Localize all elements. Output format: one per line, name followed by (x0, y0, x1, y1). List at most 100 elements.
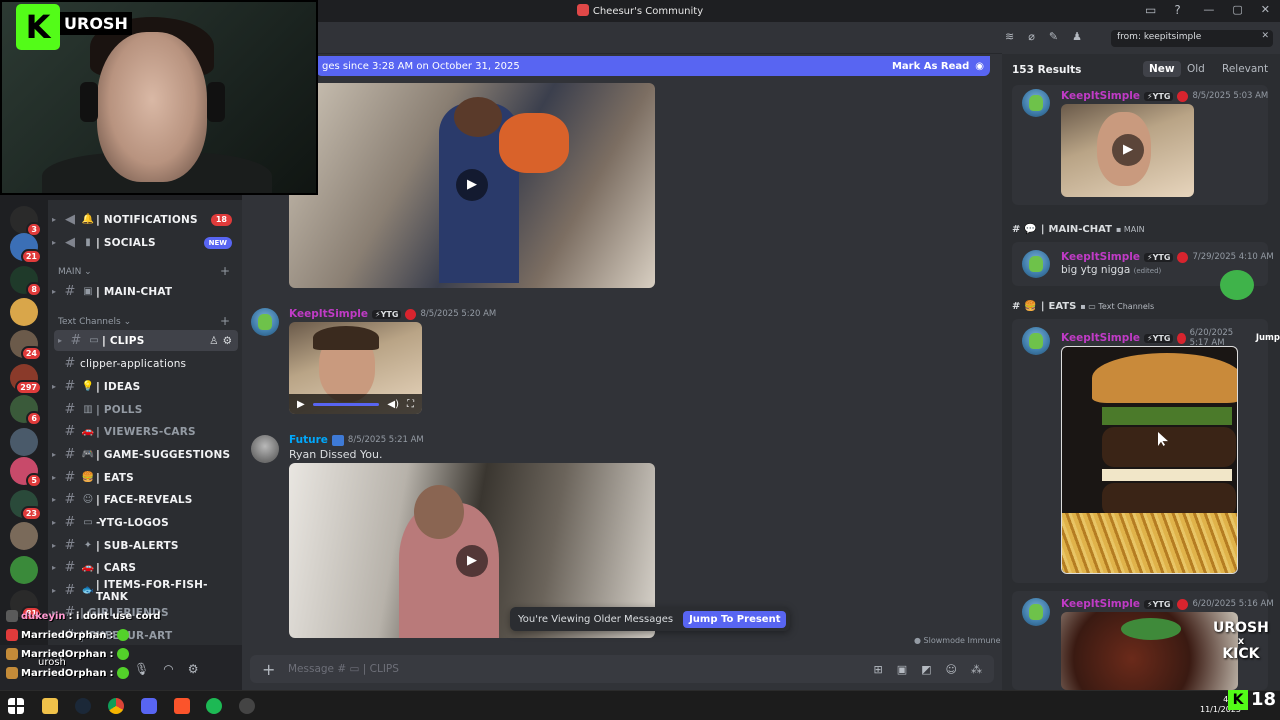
windows-start-icon[interactable] (8, 698, 24, 714)
channel-face-reveals[interactable]: ▸ # ☺ | FACE-REVEALS (48, 489, 238, 510)
avatar[interactable] (1022, 250, 1050, 278)
avatar[interactable] (251, 435, 279, 463)
mark-as-read-button[interactable]: Mark As Read ◉ (892, 61, 984, 72)
gift-icon[interactable]: ⊞ (874, 663, 883, 676)
server-icon[interactable]: 23 (10, 490, 42, 521)
channel-polls[interactable]: # ▥ | POLLS (48, 399, 238, 420)
avatar[interactable] (1022, 598, 1050, 626)
file-explorer-icon[interactable] (42, 698, 58, 714)
channel-sub-alerts[interactable]: ▸ # ✦ | SUB-ALERTS (48, 535, 238, 556)
discord-icon[interactable] (141, 698, 157, 714)
app-icon[interactable] (239, 698, 255, 714)
settings-icon[interactable]: ⚙ (188, 662, 199, 676)
play-icon[interactable]: ▶ (456, 545, 488, 577)
category-main[interactable]: MAIN ⌄ (58, 267, 92, 277)
server-icon[interactable]: 5 (10, 457, 42, 488)
channel-ideas[interactable]: ▸ # 💡 | IDEAS (48, 376, 238, 397)
channel-notifications[interactable]: ▸ ◀ 🔔 | NOTIFICATIONS 18 (48, 209, 238, 230)
help-icon[interactable]: ? (1174, 3, 1180, 17)
username[interactable]: Future (289, 434, 328, 446)
add-channel-icon[interactable]: + (220, 314, 230, 328)
channel-items-for-fish-tank[interactable]: ▸ # 🐟 | ITEMS-FOR-FISH-TANK (48, 579, 238, 603)
spotify-icon[interactable] (206, 698, 222, 714)
video-controls[interactable]: ▶ ◀) ⛶ (289, 394, 422, 414)
video-attachment[interactable]: ▶ ◀) ⛶ (289, 322, 422, 414)
channel-game-suggestions[interactable]: ▸ # 🎮 | GAME-SUGGESTIONS (48, 444, 238, 465)
avatar[interactable] (1022, 327, 1050, 355)
emoji-icon[interactable]: ☺ (946, 663, 957, 676)
settings-icon[interactable]: ⚙ (223, 335, 232, 347)
username[interactable]: KeepItSimple (1061, 598, 1140, 610)
volume-icon[interactable]: ◀) (387, 399, 399, 410)
channel-ytg-logos[interactable]: ▸ # ▭ -YTG-LOGOS (48, 512, 238, 533)
sort-relevant-tab[interactable]: Relevant (1216, 61, 1274, 77)
result-channel-header[interactable]: # 💬 | MAIN-CHAT ▪ MAIN (1012, 224, 1145, 235)
new-messages-bar[interactable]: ges since 3:28 AM on October 31, 2025 Ma… (316, 56, 990, 76)
invite-icon[interactable]: ♙ (209, 335, 218, 347)
clear-search-icon[interactable]: ✕ (1261, 31, 1269, 41)
video-attachment[interactable]: ▶ (1061, 104, 1194, 197)
avatar[interactable] (1022, 89, 1050, 117)
server-icon[interactable]: 24 (10, 330, 42, 361)
sort-old-tab[interactable]: Old (1181, 61, 1211, 77)
microphone-icon[interactable]: 🎙 (134, 662, 149, 676)
server-icon[interactable]: 21 (10, 233, 42, 264)
server-icon[interactable]: 297 (10, 364, 42, 395)
channel-eats[interactable]: ▸ # 🍔 | EATS (48, 467, 238, 488)
channel-clips[interactable]: ▸ # ▭ | CLIPS ♙ ⚙ (54, 330, 238, 351)
sort-new-tab[interactable]: New (1143, 61, 1181, 77)
message-input[interactable]: Message # ▭ | CLIPS (288, 663, 399, 675)
channel-clipper-applications[interactable]: # clipper-applications (48, 353, 238, 374)
server-icon[interactable] (10, 428, 38, 456)
pin-icon[interactable]: ✎ (1049, 30, 1058, 43)
maximize-button[interactable]: ▢ (1232, 3, 1242, 16)
steam-icon[interactable] (75, 698, 91, 714)
server-icon[interactable] (10, 522, 38, 550)
search-input[interactable]: from: keepitsimple ✕ (1111, 30, 1273, 47)
image-attachment[interactable] (1061, 346, 1238, 574)
minimize-button[interactable]: — (1203, 3, 1214, 16)
avatar[interactable] (251, 308, 279, 336)
close-button[interactable]: ✕ (1261, 3, 1270, 16)
server-icon[interactable] (10, 298, 38, 326)
play-icon[interactable]: ▶ (456, 169, 488, 201)
chat-user: MarriedOrphan (21, 629, 107, 641)
server-icon[interactable]: 6 (10, 395, 42, 426)
members-icon[interactable]: ♟ (1072, 30, 1082, 43)
apps-icon[interactable]: ⁂ (971, 663, 982, 676)
username[interactable]: KeepItSimple (289, 308, 368, 320)
username[interactable]: KeepItSimple (1061, 90, 1140, 102)
headphones-icon[interactable]: ◠ (163, 662, 173, 676)
server-icon[interactable]: 3 (10, 206, 42, 237)
taskbar (0, 690, 1280, 720)
video-progress[interactable] (312, 402, 380, 406)
image-attachment[interactable] (1061, 612, 1238, 690)
brave-icon[interactable] (174, 698, 190, 714)
result-channel-header[interactable]: # 🍔 | EATS ▪ ▭ Text Channels (1012, 301, 1154, 312)
message-composer[interactable]: + Message # ▭ | CLIPS ⊞ ▣ ◩ ☺ ⁂ (250, 655, 994, 683)
fullscreen-icon[interactable]: ⛶ (407, 399, 414, 410)
gif-icon[interactable]: ▣ (897, 663, 907, 676)
server-icon[interactable]: 8 (10, 266, 42, 297)
category-text-channels[interactable]: Text Channels ⌄ (58, 317, 131, 327)
chrome-icon[interactable] (108, 698, 124, 714)
play-icon[interactable]: ▶ (1112, 134, 1144, 166)
username[interactable]: KeepItSimple (1061, 332, 1140, 344)
server-icon[interactable] (10, 556, 38, 584)
add-attachment-button[interactable]: + (262, 660, 288, 679)
username[interactable]: KeepItSimple (1061, 251, 1140, 263)
add-channel-icon[interactable]: + (220, 264, 230, 278)
channel-main-chat[interactable]: ▸ # ▣ | MAIN-CHAT (48, 281, 238, 302)
jump-to-present-button[interactable]: Jump To Present (683, 610, 787, 628)
channel-socials[interactable]: ▸ ◀ ▮ | SOCIALS NEW (48, 232, 238, 253)
mute-icon[interactable]: ⌀ (1028, 30, 1035, 43)
video-attachment[interactable]: ▶ (289, 83, 655, 288)
channel-viewers-cars[interactable]: # 🚗 | VIEWERS-CARS (48, 421, 238, 442)
hash-icon: # (70, 333, 82, 348)
jump-button[interactable]: Jump (1256, 333, 1280, 343)
play-icon[interactable]: ▶ (297, 399, 305, 410)
inbox-icon[interactable]: ▭ (1145, 3, 1156, 17)
threads-icon[interactable]: ≋ (1005, 30, 1014, 43)
channel-cars[interactable]: ▸ # 🚗 | CARS (48, 557, 238, 578)
sticker-icon[interactable]: ◩ (921, 663, 931, 676)
